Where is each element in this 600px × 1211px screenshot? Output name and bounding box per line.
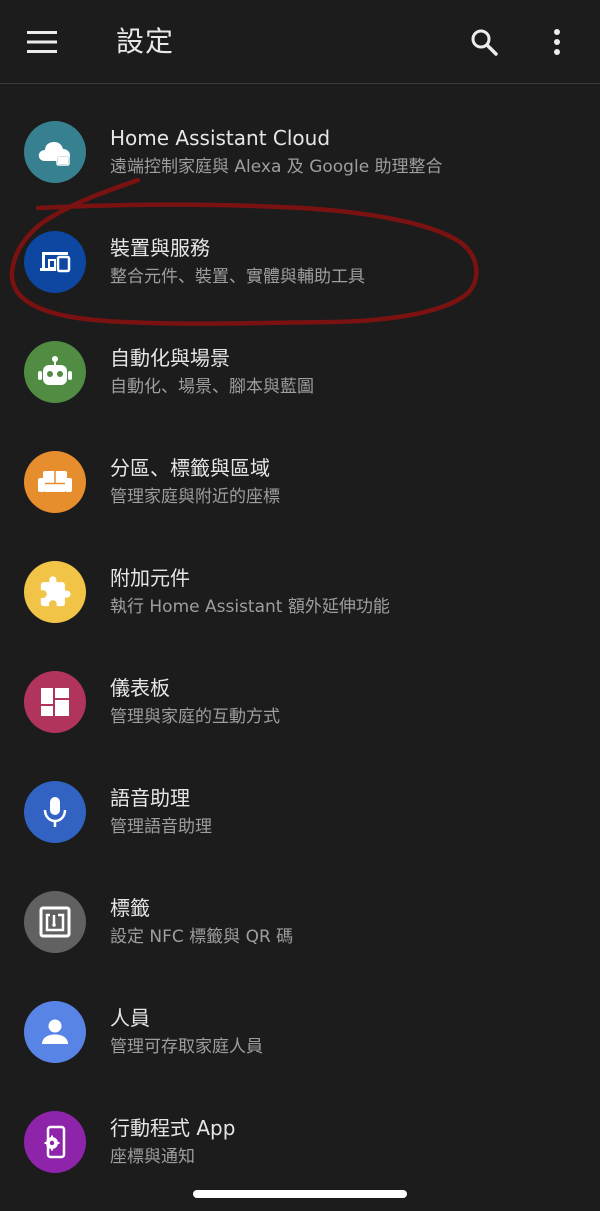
- settings-item-label: 語音助理: [110, 786, 190, 810]
- settings-item-addons[interactable]: 附加元件 執行 Home Assistant 額外延伸功能: [0, 533, 600, 643]
- settings-item-label: 標籤: [110, 896, 150, 920]
- sofa-icon: [38, 471, 72, 492]
- settings-item-description: 管理語音助理: [110, 817, 212, 837]
- settings-item-label: 自動化與場景: [110, 346, 230, 370]
- settings-item-description: 座標與通知: [110, 1147, 195, 1167]
- settings-item-description: 執行 Home Assistant 額外延伸功能: [110, 597, 390, 617]
- dashboard-icon: [41, 688, 69, 716]
- addons-avatar: [24, 561, 86, 623]
- settings-item-description: 整合元件、裝置、實體與輔助工具: [110, 267, 365, 287]
- settings-item-label: 行動程式 App: [110, 1116, 236, 1140]
- areas-avatar: [24, 451, 86, 513]
- automations-avatar: [24, 341, 86, 403]
- settings-item-description: 管理家庭與附近的座標: [110, 487, 280, 507]
- app-bar: 設定: [0, 0, 600, 84]
- robot-icon: [38, 356, 72, 385]
- hamburger-icon: [27, 31, 57, 53]
- settings-item-tags[interactable]: 標籤 設定 NFC 標籤與 QR 碼: [0, 863, 600, 973]
- search-icon: [471, 29, 498, 56]
- microphone-icon: [43, 797, 67, 827]
- settings-item-mobile-app[interactable]: 行動程式 App 座標與通知: [0, 1083, 600, 1193]
- puzzle-icon: [40, 576, 71, 607]
- voice-avatar: [24, 781, 86, 843]
- search-button[interactable]: [464, 22, 504, 62]
- more-vert-icon: [554, 29, 560, 55]
- settings-item-description: 自動化、場景、腳本與藍圖: [110, 377, 314, 397]
- cellphone-cog-icon: [44, 1125, 66, 1159]
- settings-item-label: 人員: [110, 1006, 150, 1030]
- cloud-lock-icon: [38, 142, 70, 166]
- nfc-tag-icon: [39, 906, 71, 938]
- settings-item-label: 儀表板: [110, 676, 170, 700]
- more-options-button[interactable]: [537, 22, 577, 62]
- settings-item-label: Home Assistant Cloud: [110, 126, 331, 150]
- settings-item-devices[interactable]: 裝置與服務 整合元件、裝置、實體與輔助工具: [0, 203, 600, 313]
- settings-item-label: 分區、標籤與區域: [110, 456, 270, 480]
- settings-list: Home Assistant Cloud 遠端控制家庭與 Alexa 及 Goo…: [0, 93, 600, 1193]
- page-title: 設定: [116, 25, 175, 58]
- dashboards-avatar: [24, 671, 86, 733]
- devices-avatar: [24, 231, 86, 293]
- settings-item-dashboards[interactable]: 儀表板 管理與家庭的互動方式: [0, 643, 600, 753]
- settings-item-areas[interactable]: 分區、標籤與區域 管理家庭與附近的座標: [0, 423, 600, 533]
- settings-item-label: 裝置與服務: [110, 236, 210, 260]
- home-indicator: [193, 1190, 407, 1198]
- settings-item-description: 設定 NFC 標籤與 QR 碼: [110, 927, 294, 947]
- person-icon: [42, 1019, 68, 1044]
- people-avatar: [24, 1001, 86, 1063]
- settings-item-description: 遠端控制家庭與 Alexa 及 Google 助理整合: [110, 157, 443, 177]
- settings-item-automations[interactable]: 自動化與場景 自動化、場景、腳本與藍圖: [0, 313, 600, 423]
- menu-button[interactable]: [22, 22, 62, 62]
- settings-item-label: 附加元件: [110, 566, 190, 590]
- devices-icon: [40, 252, 71, 273]
- settings-item-voice-assistants[interactable]: 語音助理 管理語音助理: [0, 753, 600, 863]
- settings-item-cloud[interactable]: Home Assistant Cloud 遠端控制家庭與 Alexa 及 Goo…: [0, 93, 600, 203]
- settings-item-description: 管理可存取家庭人員: [110, 1037, 263, 1057]
- settings-item-people[interactable]: 人員 管理可存取家庭人員: [0, 973, 600, 1083]
- tags-avatar: [24, 891, 86, 953]
- settings-item-description: 管理與家庭的互動方式: [110, 707, 280, 727]
- cloud-avatar: [24, 121, 86, 183]
- mobile-app-avatar: [24, 1111, 86, 1173]
